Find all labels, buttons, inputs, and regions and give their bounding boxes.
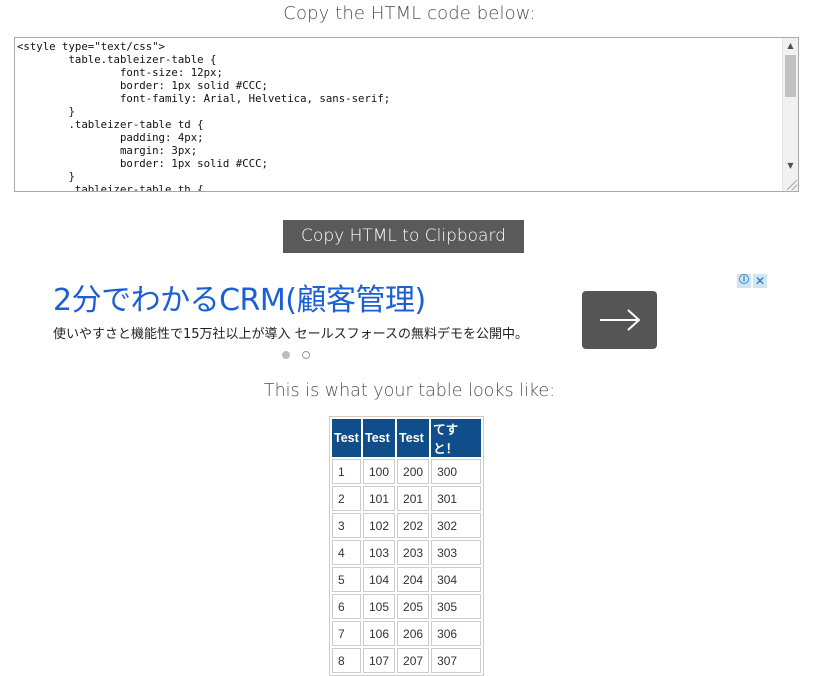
carousel-dot-active[interactable]	[282, 351, 290, 359]
table-row: 8 107 207 307	[332, 648, 482, 673]
table-cell: 7	[332, 621, 361, 646]
table-cell: 200	[397, 459, 430, 484]
table-header-cell: Test	[332, 419, 361, 457]
table-row: 7 106 206 306	[332, 621, 482, 646]
ad-info-icon[interactable]: ⓘ	[737, 274, 751, 288]
resize-grip-icon[interactable]	[787, 180, 797, 190]
table-cell: 6	[332, 594, 361, 619]
table-cell: 303	[431, 540, 482, 565]
table-cell: 301	[431, 486, 482, 511]
ad-title[interactable]: 2分でわかるCRM(顧客管理)	[53, 275, 426, 319]
table-cell: 306	[431, 621, 482, 646]
scroll-up-arrow-icon[interactable]: ▲	[783, 39, 798, 53]
table-cell: 102	[363, 513, 396, 538]
table-header-cell: Test	[363, 419, 396, 457]
html-code-text[interactable]: <style type="text/css"> table.tableizer-…	[17, 40, 782, 191]
table-cell: 302	[431, 513, 482, 538]
table-cell: 204	[397, 567, 430, 592]
table-cell: 100	[363, 459, 396, 484]
table-cell: 106	[363, 621, 396, 646]
table-cell: 205	[397, 594, 430, 619]
table-cell: 307	[431, 648, 482, 673]
ad-description[interactable]: 使いやすさと機能性で15万社以上が導入 セールスフォースの無料デモを公開中。	[53, 323, 528, 342]
ad-arrow-button[interactable]	[582, 291, 657, 349]
table-cell: 2	[332, 486, 361, 511]
table-cell: 4	[332, 540, 361, 565]
table-cell: 3	[332, 513, 361, 538]
table-header-row: Test Test Test てすと！	[332, 419, 482, 457]
table-cell: 202	[397, 513, 430, 538]
table-cell: 304	[431, 567, 482, 592]
table-cell: 206	[397, 621, 430, 646]
table-cell: 203	[397, 540, 430, 565]
arrow-right-icon	[600, 309, 641, 331]
carousel-dot[interactable]	[302, 351, 310, 359]
table-cell: 5	[332, 567, 361, 592]
copy-html-heading: Copy the HTML code below:	[283, 3, 536, 24]
copy-html-button[interactable]: Copy HTML to Clipboard	[283, 220, 524, 253]
table-cell: 300	[431, 459, 482, 484]
table-cell: 207	[397, 648, 430, 673]
table-row: 2 101 201 301	[332, 486, 482, 511]
preview-heading: This is what your table looks like:	[263, 381, 556, 401]
table-cell: 107	[363, 648, 396, 673]
html-code-textarea[interactable]: <style type="text/css"> table.tableizer-…	[14, 37, 799, 192]
scroll-thumb[interactable]	[785, 55, 796, 97]
table-cell: 104	[363, 567, 396, 592]
table-cell: 105	[363, 594, 396, 619]
scroll-down-arrow-icon[interactable]: ▼	[783, 159, 798, 173]
table-row: 4 103 203 303	[332, 540, 482, 565]
table-cell: 8	[332, 648, 361, 673]
table-row: 5 104 204 304	[332, 567, 482, 592]
table-cell: 103	[363, 540, 396, 565]
table-cell: 305	[431, 594, 482, 619]
table-cell: 201	[397, 486, 430, 511]
table-cell: 1	[332, 459, 361, 484]
table-row: 1 100 200 300	[332, 459, 482, 484]
table-cell: 101	[363, 486, 396, 511]
table-header-cell: てすと！	[431, 419, 482, 457]
code-scrollbar[interactable]: ▲ ▼	[782, 38, 798, 191]
preview-table: Test Test Test てすと！ 1 100 200 300 2 101 201 301 3 10…	[329, 416, 485, 676]
table-header-cell: Test	[397, 419, 430, 457]
ad-banner[interactable]: 2分でわかるCRM(顧客管理) 使いやすさと機能性で15万社以上が導入 セールス…	[40, 268, 780, 368]
table-row: 6 105 205 305	[332, 594, 482, 619]
ad-close-icon[interactable]: ✕	[753, 274, 767, 288]
table-row: 3 102 202 302	[332, 513, 482, 538]
